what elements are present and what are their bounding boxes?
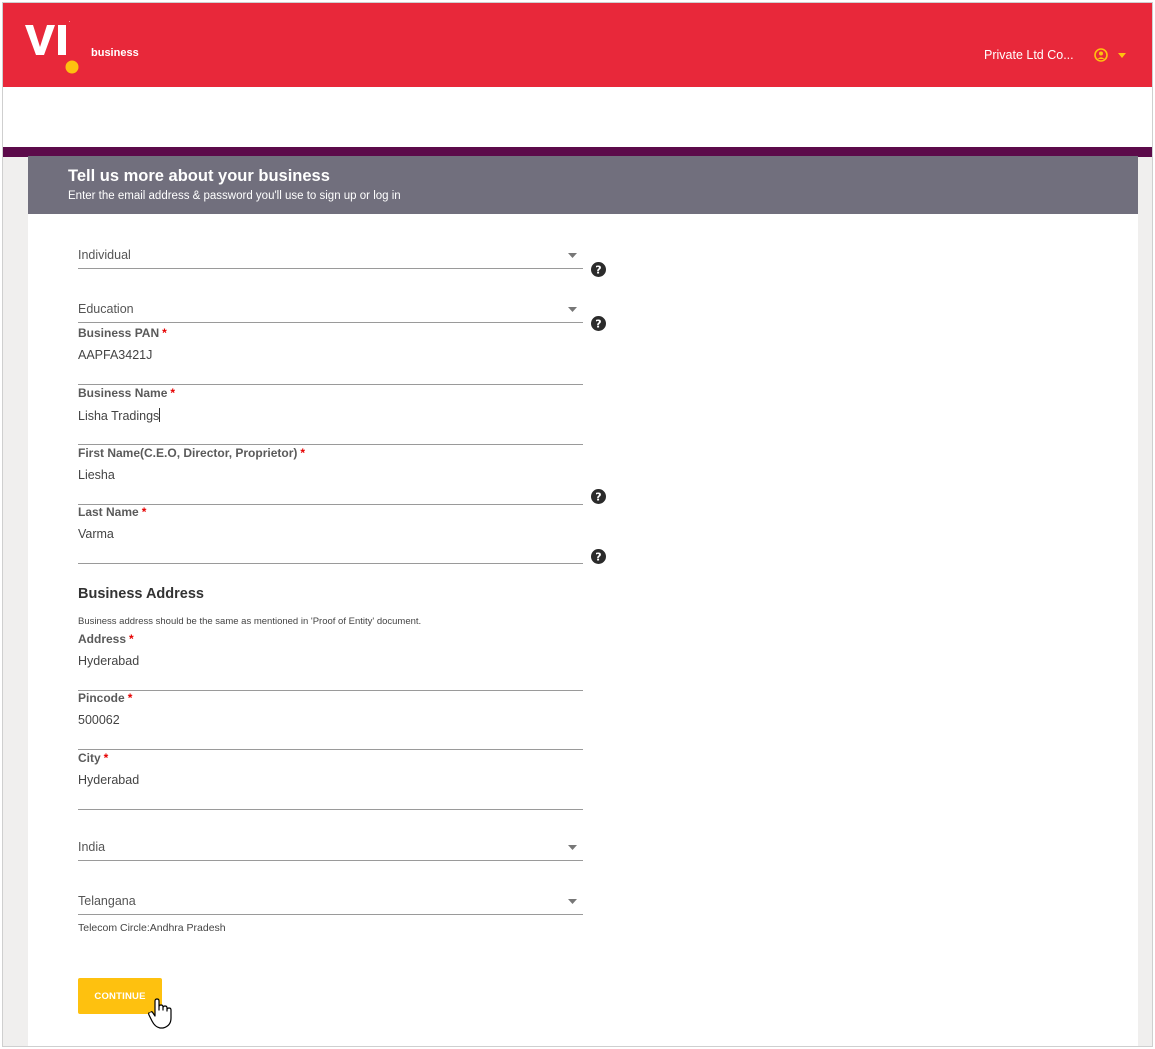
address-field[interactable]: Address * Hyderabad: [78, 632, 583, 691]
logo-business-text: business: [91, 47, 139, 59]
entity-type-value: Individual: [78, 248, 131, 262]
telecom-circle-note: Telecom Circle:Andhra Pradesh: [78, 922, 226, 934]
business-name-label: Business Name *: [78, 386, 176, 400]
first-name-input[interactable]: Liesha: [78, 468, 115, 482]
business-pan-label: Business PAN *: [78, 326, 167, 340]
question-circle-icon[interactable]: ?: [591, 489, 606, 504]
text-cursor: [159, 408, 161, 422]
state-select[interactable]: Telangana: [78, 886, 583, 915]
form-subtitle: Enter the email address & password you'l…: [68, 190, 401, 202]
question-circle-icon[interactable]: ?: [591, 316, 606, 331]
business-name-field[interactable]: Business Name * Lisha Tradings: [78, 386, 583, 445]
question-circle-icon[interactable]: ?: [591, 549, 606, 564]
pincode-input[interactable]: 500062: [78, 713, 120, 727]
last-name-input[interactable]: Varma: [78, 527, 114, 541]
state-value: Telangana: [78, 894, 136, 908]
country-select[interactable]: India: [78, 832, 583, 861]
entity-type-select[interactable]: Individual: [78, 240, 583, 269]
svg-text:?: ?: [595, 551, 601, 564]
top-header: business Private Ltd Co...: [3, 3, 1152, 87]
business-pan-field[interactable]: Business PAN * AAPFA3421J: [78, 326, 583, 385]
industry-value: Education: [78, 302, 134, 316]
business-details-card: Tell us more about your business Enter t…: [28, 156, 1138, 1046]
country-value: India: [78, 840, 106, 854]
city-field[interactable]: City * Hyderabad: [78, 751, 583, 810]
svg-text:?: ?: [595, 264, 601, 277]
pincode-field[interactable]: Pincode * 500062: [78, 691, 583, 750]
city-input[interactable]: Hyderabad: [78, 773, 139, 787]
hand-pointer-cursor-icon: [147, 998, 172, 1029]
svg-text:?: ?: [595, 491, 601, 504]
form-title: Tell us more about your business: [68, 167, 330, 185]
industry-select[interactable]: Education: [78, 294, 583, 323]
vi-logo-icon[interactable]: [23, 21, 85, 77]
dropdown-arrow-icon: [568, 307, 577, 312]
first-name-label: First Name(C.E.O, Director, Proprietor) *: [78, 446, 306, 460]
business-address-note: Business address should be the same as m…: [78, 616, 422, 627]
dropdown-arrow-icon: [568, 899, 577, 904]
address-label: Address *: [78, 632, 134, 646]
company-name[interactable]: Private Ltd Co...: [984, 48, 1074, 62]
business-address-heading: Business Address: [78, 586, 204, 602]
user-circle-icon[interactable]: [1094, 48, 1108, 62]
address-input[interactable]: Hyderabad: [78, 654, 139, 668]
card-header: Tell us more about your business Enter t…: [28, 156, 1138, 214]
city-label: City *: [78, 751, 109, 765]
last-name-field[interactable]: Last Name * Varma: [78, 505, 583, 564]
business-name-input[interactable]: Lisha Tradings: [78, 408, 161, 423]
dropdown-arrow-icon: [568, 253, 577, 258]
browser-frame: business Private Ltd Co... Tell us more …: [2, 2, 1153, 1047]
caret-down-icon[interactable]: [1118, 53, 1126, 58]
sub-navigation-bar: [3, 87, 1152, 147]
last-name-label: Last Name *: [78, 505, 147, 519]
dropdown-arrow-icon: [568, 845, 577, 850]
svg-text:?: ?: [595, 318, 601, 331]
first-name-field[interactable]: First Name(C.E.O, Director, Proprietor) *…: [78, 446, 583, 505]
pincode-label: Pincode *: [78, 691, 133, 705]
question-circle-icon[interactable]: ?: [591, 262, 606, 277]
business-pan-input[interactable]: AAPFA3421J: [78, 348, 152, 362]
